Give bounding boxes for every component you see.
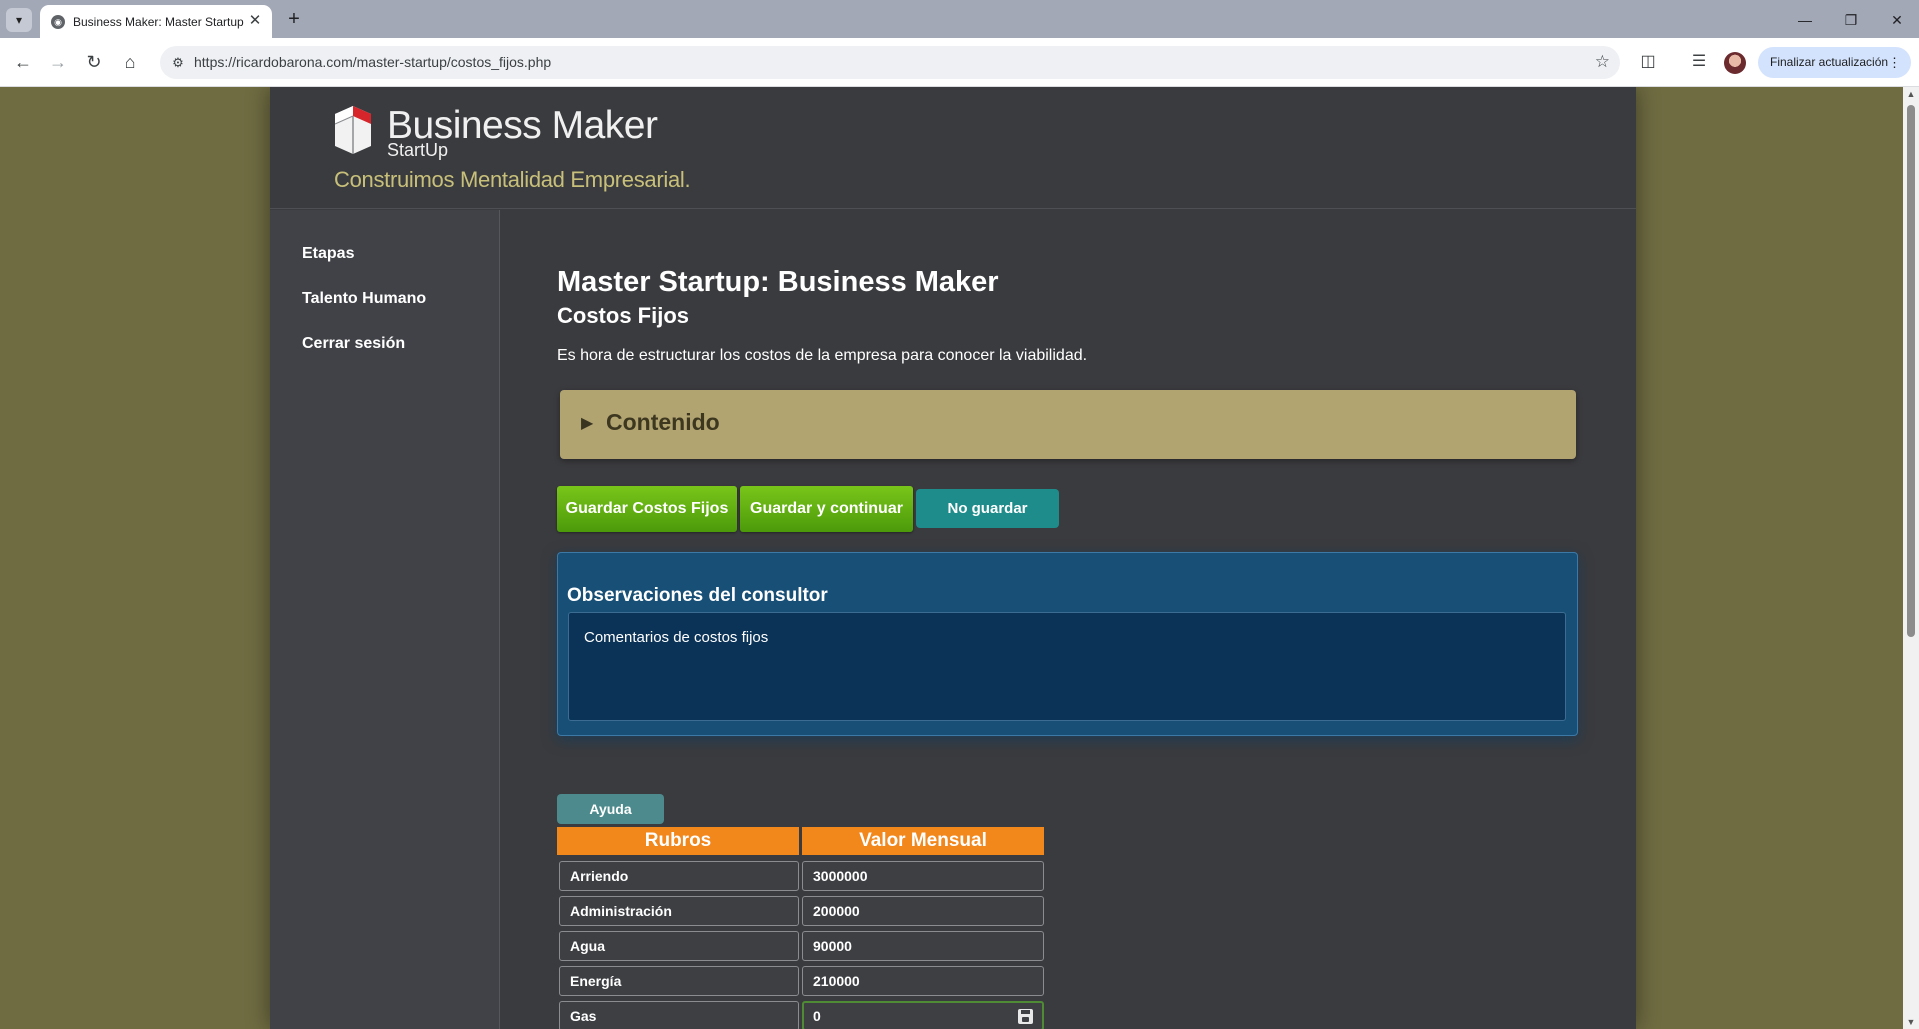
- column-header-rubros: Rubros: [557, 827, 799, 855]
- reload-icon[interactable]: ↻: [81, 49, 107, 75]
- extensions-icon[interactable]: ◫: [1636, 50, 1660, 74]
- profile-avatar[interactable]: [1724, 52, 1746, 74]
- sidebar-item-talento-humano[interactable]: Talento Humano: [302, 290, 426, 308]
- rubro-field[interactable]: Arriendo: [559, 861, 799, 891]
- page-viewport: Business Maker StartUp Construimos Menta…: [0, 87, 1903, 1029]
- page-title: Master Startup: Business Maker: [557, 266, 999, 298]
- no-save-button[interactable]: No guardar: [916, 489, 1059, 528]
- site-header: Business Maker StartUp Construimos Menta…: [270, 87, 1636, 209]
- browser-tab-bar: ▾ ◉ Business Maker: Master Startup ✕ + —…: [0, 0, 1919, 38]
- url-text[interactable]: https://ricardobarona.com/master-startup…: [194, 54, 551, 70]
- forward-icon[interactable]: →: [45, 49, 71, 75]
- sidebar: Etapas Talento Humano Cerrar sesión: [270, 210, 500, 1029]
- rubro-field[interactable]: Administración: [559, 896, 799, 926]
- tab-title: Business Maker: Master Startup: [73, 15, 244, 29]
- business-maker-logo-icon[interactable]: [333, 104, 373, 156]
- globe-icon: ◉: [51, 15, 65, 29]
- bookmark-star-icon[interactable]: ☆: [1595, 52, 1610, 72]
- valor-field[interactable]: 3000000: [802, 861, 1044, 891]
- sidebar-item-cerrar-sesion[interactable]: Cerrar sesión: [302, 335, 405, 353]
- restore-icon[interactable]: ❐: [1836, 8, 1866, 32]
- back-icon[interactable]: ←: [10, 49, 36, 75]
- observations-textarea[interactable]: Comentarios de costos fijos: [568, 612, 1566, 721]
- valor-field[interactable]: 210000: [802, 966, 1044, 996]
- minimize-icon[interactable]: —: [1790, 8, 1820, 32]
- more-menu-icon[interactable]: ⋮: [1888, 47, 1901, 78]
- valor-field-value: 0: [813, 1008, 821, 1024]
- page-scrollbar[interactable]: ▲ ▼: [1903, 87, 1919, 1029]
- site-settings-icon[interactable]: ⚙: [168, 53, 188, 73]
- help-button[interactable]: Ayuda: [557, 794, 664, 824]
- save-floppy-icon[interactable]: [1018, 1009, 1033, 1024]
- scroll-down-icon[interactable]: ▼: [1905, 1017, 1917, 1027]
- address-bar[interactable]: ⚙ https://ricardobarona.com/master-start…: [160, 46, 1620, 79]
- browser-tab[interactable]: ◉ Business Maker: Master Startup ✕: [40, 5, 272, 38]
- rubro-field[interactable]: Agua: [559, 931, 799, 961]
- scroll-up-icon[interactable]: ▲: [1905, 89, 1917, 99]
- save-fixed-costs-button[interactable]: Guardar Costos Fijos: [557, 486, 737, 532]
- finish-update-label: Finalizar actualización: [1770, 55, 1889, 69]
- accordion-label: Contenido: [606, 409, 720, 435]
- valor-field[interactable]: 90000: [802, 931, 1044, 961]
- close-window-icon[interactable]: ✕: [1882, 8, 1912, 32]
- scrollbar-thumb[interactable]: [1907, 105, 1915, 637]
- browser-toolbar: ← → ↻ ⌂ ⚙ https://ricardobarona.com/mast…: [0, 38, 1919, 87]
- consultant-observations-panel: Observaciones del consultor Comentarios …: [557, 552, 1578, 736]
- observations-title: Observaciones del consultor: [567, 585, 828, 606]
- triangle-right-icon: ▶: [581, 415, 594, 432]
- save-continue-button[interactable]: Guardar y continuar: [740, 486, 913, 532]
- main-content: Master Startup: Business Maker Costos Fi…: [500, 210, 1636, 1029]
- finish-update-button[interactable]: Finalizar actualización ⋮: [1758, 47, 1911, 78]
- valor-field[interactable]: 200000: [802, 896, 1044, 926]
- page-subtitle: Costos Fijos: [557, 303, 690, 328]
- sidebar-item-etapas[interactable]: Etapas: [302, 245, 354, 263]
- rubro-field[interactable]: Energía: [559, 966, 799, 996]
- close-tab-icon[interactable]: ✕: [246, 12, 264, 30]
- contenido-accordion[interactable]: ▶ Contenido: [560, 390, 1576, 459]
- intro-text: Es hora de estructurar los costos de la …: [557, 347, 1088, 364]
- rubro-field[interactable]: Gas: [559, 1001, 799, 1029]
- column-header-valor-mensual: Valor Mensual: [802, 827, 1044, 855]
- brand-tagline: Construimos Mentalidad Empresarial.: [334, 167, 691, 192]
- media-controls-icon[interactable]: ☰: [1687, 50, 1711, 74]
- new-tab-button[interactable]: +: [282, 8, 306, 32]
- content-container: Business Maker StartUp Construimos Menta…: [270, 87, 1636, 1029]
- valor-field-active[interactable]: 0: [802, 1001, 1044, 1029]
- home-icon[interactable]: ⌂: [117, 49, 143, 75]
- tab-list-button[interactable]: ▾: [6, 8, 32, 32]
- brand-sub: StartUp: [387, 140, 449, 160]
